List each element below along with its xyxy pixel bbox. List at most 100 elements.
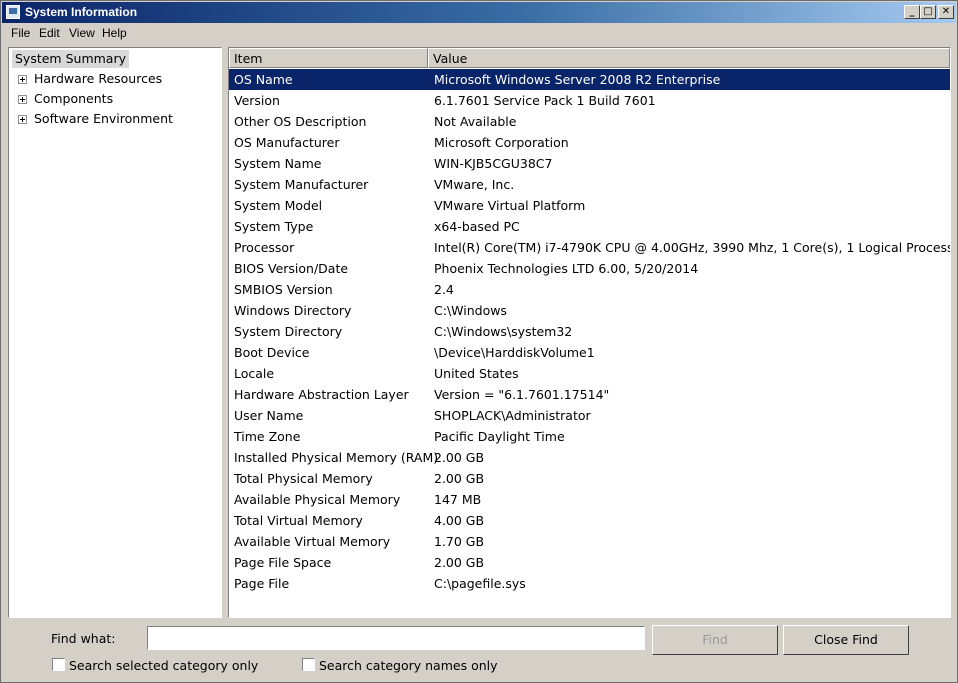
- close-find-button[interactable]: Close Find: [783, 625, 909, 655]
- close-button[interactable]: ✕: [938, 5, 954, 19]
- row-item-cell: Locale: [234, 366, 275, 381]
- row-value-cell: \Device\HarddiskVolume1: [434, 345, 595, 360]
- row-item-cell: Boot Device: [234, 345, 310, 360]
- table-row[interactable]: Available Virtual Memory 1.70 GB: [229, 531, 950, 552]
- column-header-value[interactable]: Value: [428, 48, 950, 68]
- row-item-cell: Processor: [234, 240, 295, 255]
- row-item-cell: System Name: [234, 156, 322, 171]
- table-row[interactable]: BIOS Version/Date Phoenix Technologies LT…: [229, 258, 950, 279]
- expand-plus-icon[interactable]: [18, 95, 27, 104]
- search-selected-category-checkbox[interactable]: [52, 658, 65, 671]
- table-row[interactable]: Total Physical Memory 2.00 GB: [229, 468, 950, 489]
- title-bar[interactable]: System Information _ □ ✕: [2, 2, 956, 23]
- row-value-cell: 1.70 GB: [434, 534, 485, 549]
- row-value-cell: United States: [434, 366, 519, 381]
- row-item-cell: SMBIOS Version: [234, 282, 333, 297]
- table-row[interactable]: Locale United States: [229, 363, 950, 384]
- row-value-cell: Microsoft Corporation: [434, 135, 569, 150]
- row-value-cell: 147 MB: [434, 492, 482, 507]
- row-value-cell: Phoenix Technologies LTD 6.00, 5/20/2014: [434, 261, 699, 276]
- row-item-cell: System Manufacturer: [234, 177, 369, 192]
- row-value-cell: 2.00 GB: [434, 450, 485, 465]
- tree-item-label: Hardware Resources: [34, 71, 163, 86]
- system-information-window: System Information _ □ ✕ File Edit View …: [0, 0, 958, 683]
- tree-item-hardware-resources[interactable]: Hardware Resources: [34, 70, 162, 88]
- row-value-cell: 6.1.7601 Service Pack 1 Build 7601: [434, 93, 656, 108]
- row-item-cell: Page File Space: [234, 555, 332, 570]
- row-item-cell: Version: [234, 93, 280, 108]
- row-item-cell: OS Manufacturer: [234, 135, 340, 150]
- row-item-cell: System Model: [234, 198, 323, 213]
- row-item-cell: Windows Directory: [234, 303, 352, 318]
- table-row[interactable]: Hardware Abstraction Layer Version = "6.1…: [229, 384, 950, 405]
- row-value-cell: Not Available: [434, 114, 517, 129]
- table-row[interactable]: System Type x64-based PC: [229, 216, 950, 237]
- column-header-item[interactable]: Item: [229, 48, 428, 68]
- row-value-cell: Version = "6.1.7601.17514": [434, 387, 610, 402]
- table-row[interactable]: Windows Directory C:\Windows: [229, 300, 950, 321]
- table-row[interactable]: System Name WIN-KJB5CGU38C7: [229, 153, 950, 174]
- row-value-cell: VMware, Inc.: [434, 177, 515, 192]
- find-button[interactable]: Find: [652, 625, 778, 655]
- menu-edit[interactable]: Edit: [39, 26, 60, 40]
- row-item-cell: System Type: [234, 219, 314, 234]
- tree-item-label: System Summary: [15, 51, 126, 66]
- tree-item-components[interactable]: Components: [34, 90, 113, 108]
- table-row[interactable]: System Model VMware Virtual Platform: [229, 195, 950, 216]
- maximize-button[interactable]: □: [920, 5, 936, 19]
- row-value-cell: x64-based PC: [434, 219, 520, 234]
- table-row[interactable]: Available Physical Memory 147 MB: [229, 489, 950, 510]
- table-row[interactable]: User Name SHOPLACK\Administrator: [229, 405, 950, 426]
- row-value-cell: WIN-KJB5CGU38C7: [434, 156, 553, 171]
- row-item-cell: BIOS Version/Date: [234, 261, 349, 276]
- row-value-cell: Pacific Daylight Time: [434, 429, 565, 444]
- window-title: System Information: [25, 5, 138, 19]
- minimize-button[interactable]: _: [904, 5, 920, 19]
- row-item-cell: OS Name: [234, 72, 293, 87]
- expand-plus-icon[interactable]: [18, 115, 27, 124]
- menu-help[interactable]: Help: [102, 26, 127, 40]
- table-row[interactable]: Version 6.1.7601 Service Pack 1 Build 760…: [229, 90, 950, 111]
- row-value-cell: 2.00 GB: [434, 471, 485, 486]
- system-info-app-icon: [6, 5, 20, 19]
- row-value-cell: C:\Windows: [434, 303, 507, 318]
- category-tree[interactable]: System Summary Hardware Resources Compon…: [8, 47, 222, 618]
- find-what-label: Find what:: [51, 631, 116, 646]
- row-item-cell: Page File: [234, 576, 290, 591]
- row-value-cell: SHOPLACK\Administrator: [434, 408, 591, 423]
- table-row[interactable]: Boot Device \Device\HarddiskVolume1: [229, 342, 950, 363]
- search-category-names-label: Search category names only: [319, 658, 498, 673]
- row-value-cell: 2.4: [434, 282, 454, 297]
- table-row[interactable]: Time Zone Pacific Daylight Time: [229, 426, 950, 447]
- table-row[interactable]: OS Name Microsoft Windows Server 2008 R2 …: [229, 69, 950, 90]
- tree-item-software-environment[interactable]: Software Environment: [34, 110, 173, 128]
- table-row[interactable]: System Directory C:\Windows\system32: [229, 321, 950, 342]
- row-item-cell: Other OS Description: [234, 114, 367, 129]
- table-row[interactable]: Installed Physical Memory (RAM) 2.00 GB: [229, 447, 950, 468]
- row-item-cell: Total Physical Memory: [234, 471, 373, 486]
- row-value-cell: 2.00 GB: [434, 555, 485, 570]
- row-value-cell: Microsoft Windows Server 2008 R2 Enterpr…: [434, 72, 721, 87]
- row-value-cell: C:\pagefile.sys: [434, 576, 526, 591]
- table-row[interactable]: SMBIOS Version 2.4: [229, 279, 950, 300]
- search-category-names-checkbox[interactable]: [302, 658, 315, 671]
- menu-view[interactable]: View: [69, 26, 95, 40]
- search-selected-category-label: Search selected category only: [69, 658, 259, 673]
- table-row[interactable]: Page File C:\pagefile.sys: [229, 573, 950, 594]
- list-header: Item Value: [229, 48, 950, 68]
- menu-file[interactable]: File: [11, 26, 30, 40]
- expand-plus-icon[interactable]: [18, 75, 27, 84]
- row-item-cell: Total Virtual Memory: [234, 513, 363, 528]
- table-row[interactable]: System Manufacturer VMware, Inc.: [229, 174, 950, 195]
- table-row[interactable]: OS Manufacturer Microsoft Corporation: [229, 132, 950, 153]
- summary-list-view[interactable]: Item Value OS Name Microsoft Windows Serv…: [228, 47, 951, 618]
- table-row[interactable]: Processor Intel(R) Core(TM) i7-4790K CPU …: [229, 237, 950, 258]
- find-what-input[interactable]: [147, 626, 645, 650]
- row-item-cell: System Directory: [234, 324, 343, 339]
- table-row[interactable]: Page File Space 2.00 GB: [229, 552, 950, 573]
- table-row[interactable]: Total Virtual Memory 4.00 GB: [229, 510, 950, 531]
- tree-item-system-summary[interactable]: System Summary: [12, 50, 129, 68]
- row-item-cell: Available Virtual Memory: [234, 534, 391, 549]
- table-row[interactable]: Other OS Description Not Available: [229, 111, 950, 132]
- menu-bar: File Edit View Help: [2, 23, 956, 43]
